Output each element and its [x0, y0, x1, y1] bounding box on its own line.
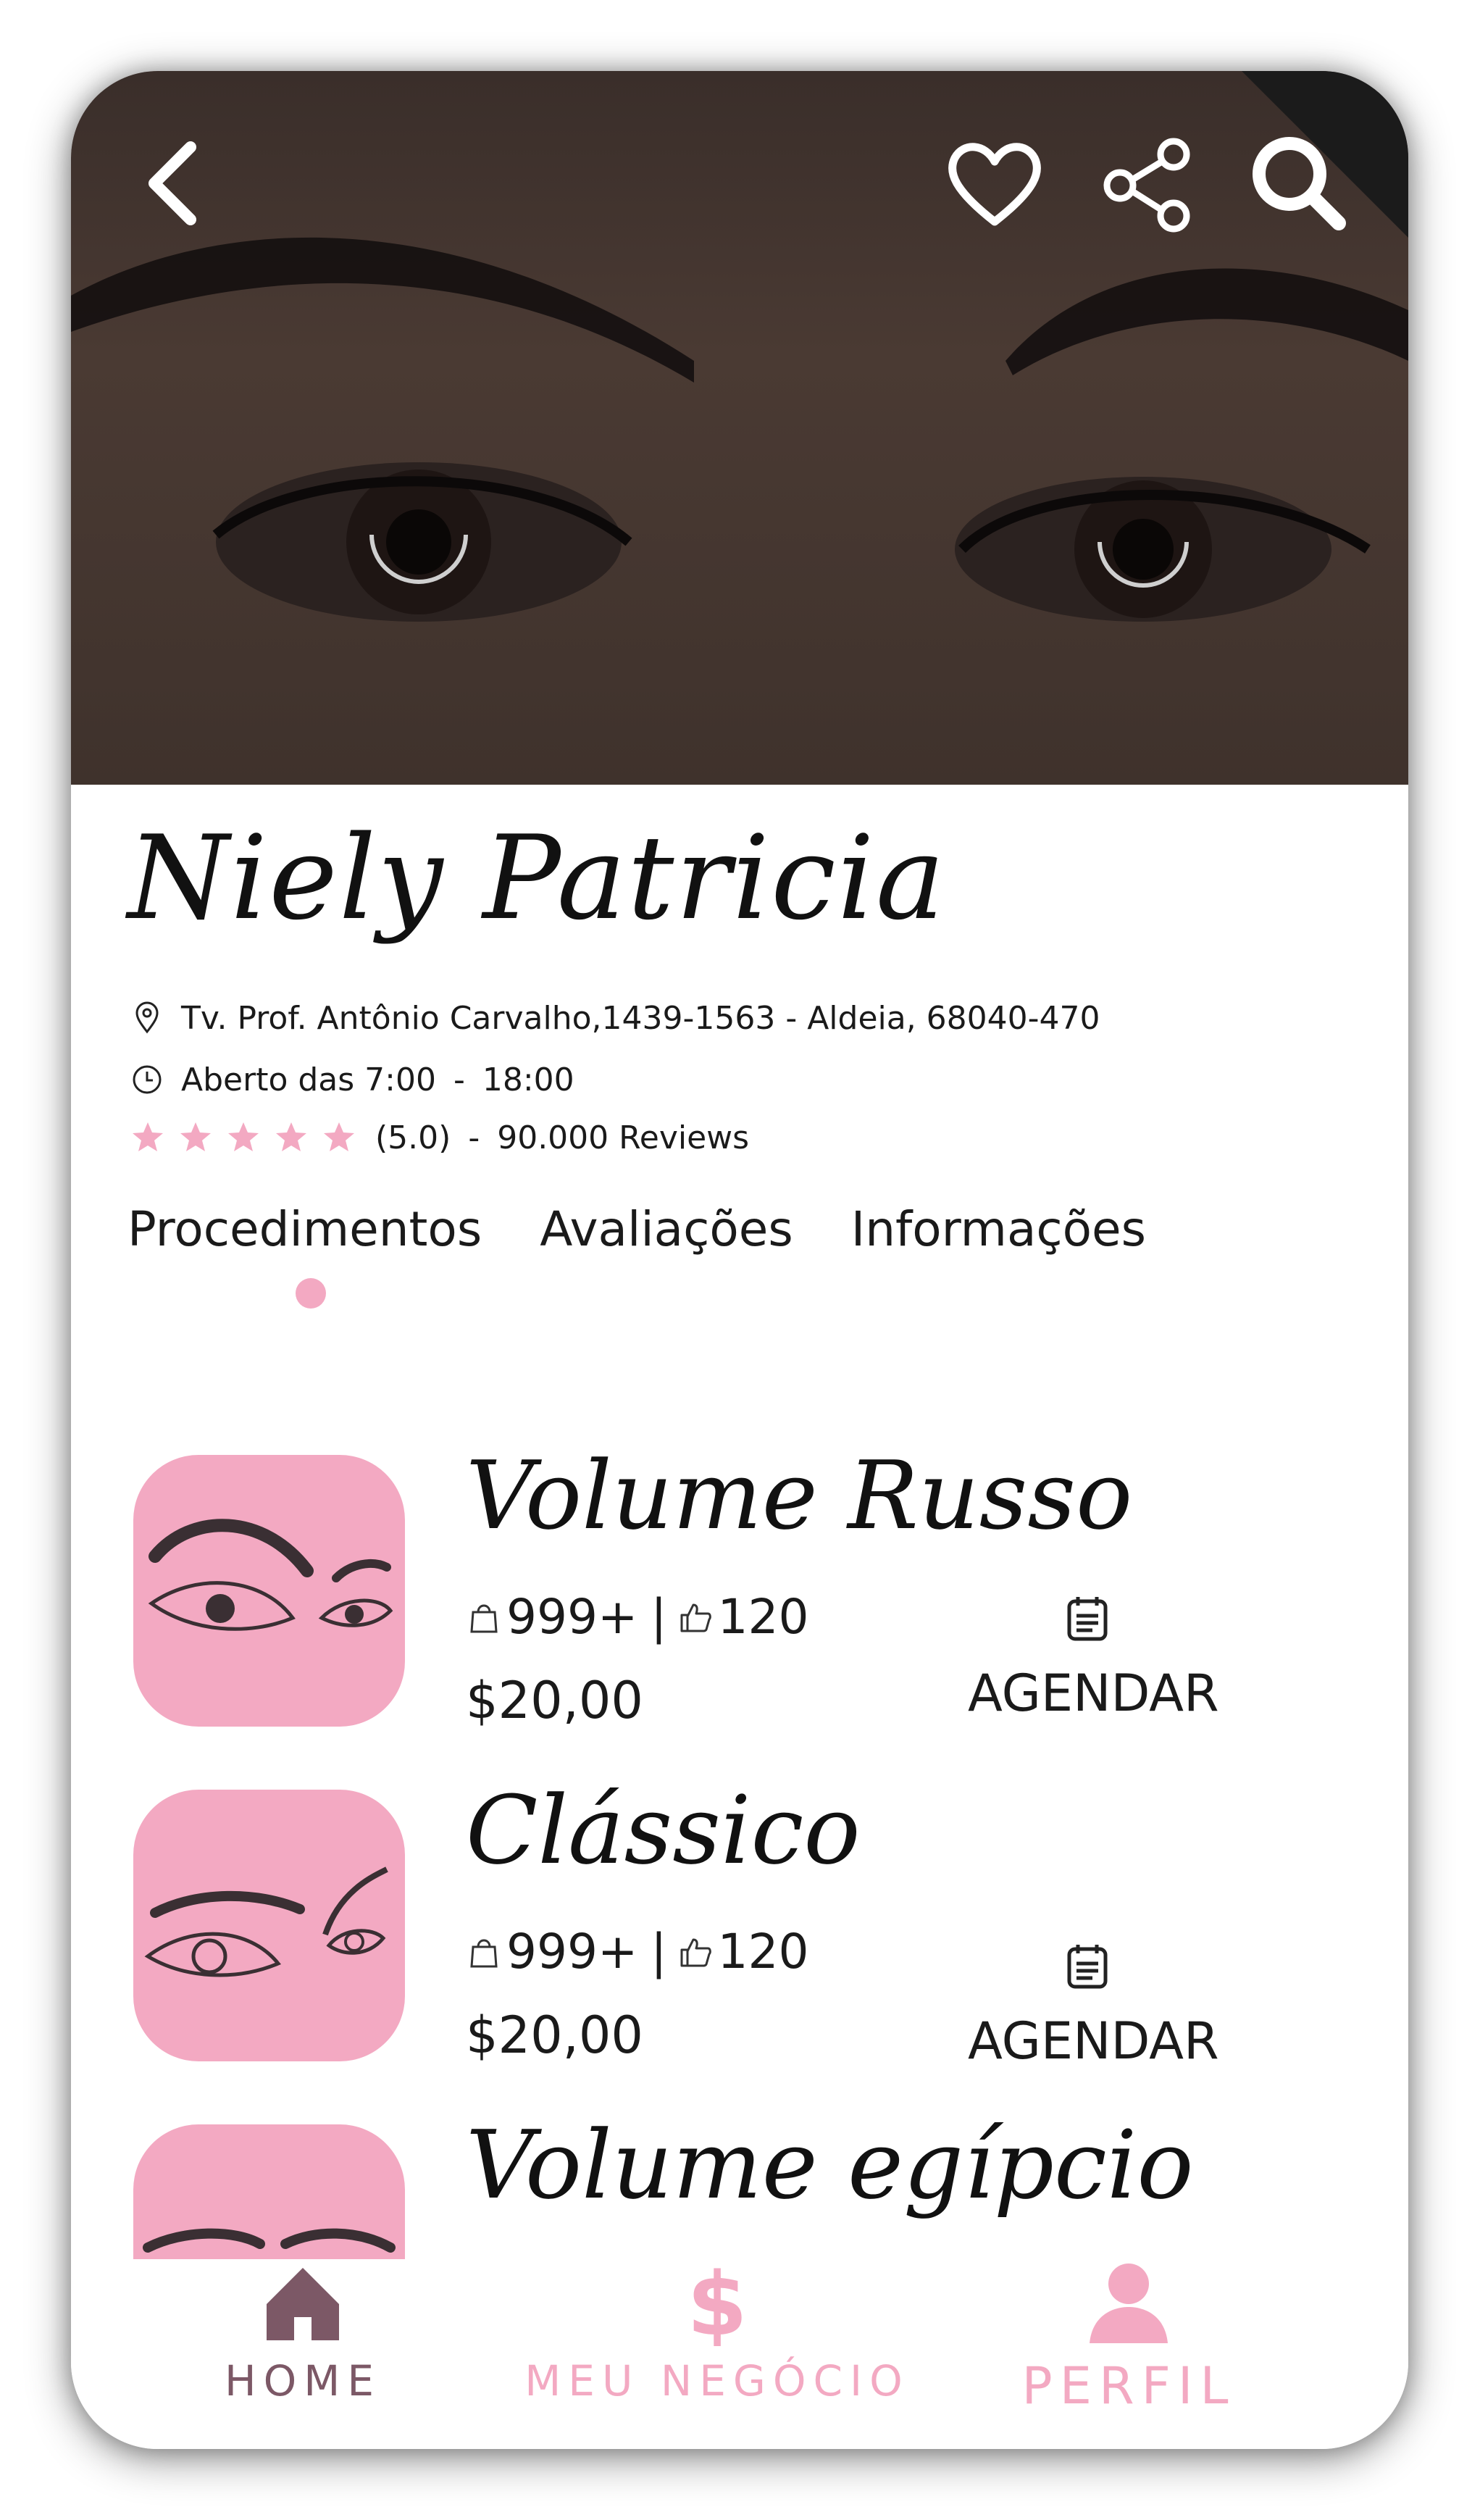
thumbs-up-icon	[680, 1938, 711, 1966]
chevron-left-icon	[149, 141, 196, 225]
schedule-button[interactable]: AGENDAR	[968, 1940, 1219, 2071]
tab-bar: Procedimentos Avaliações Informações	[127, 1201, 1146, 1257]
location-pin-icon	[135, 1001, 159, 1034]
hours-close-text: 18:00	[482, 1061, 574, 1098]
schedule-label: AGENDAR	[968, 1664, 1219, 1723]
procedure-item[interactable]: Clássico 999+ | 120 $20,00 AGENDAR	[71, 1775, 1408, 2071]
lashes-illustration	[144, 1866, 388, 1977]
procedure-item[interactable]: Volume Russo 999+ | 120 $20,00 AGENDAR	[71, 1440, 1408, 1730]
tab-avaliacoes[interactable]: Avaliações	[540, 1201, 793, 1257]
shopping-bag-icon	[470, 1604, 498, 1632]
star-icon	[133, 1122, 163, 1151]
star-icon	[324, 1122, 354, 1151]
share-icon	[1103, 138, 1190, 233]
calendar-icon	[1067, 1597, 1108, 1641]
rating-value: (5.0)	[375, 1119, 451, 1156]
nav-profile-label: PERFIL	[1021, 2356, 1236, 2416]
dollar-icon: $	[687, 2259, 748, 2346]
likes-count: 120	[717, 1924, 809, 1979]
tab-procedimentos[interactable]: Procedimentos	[127, 1201, 482, 1257]
procedure-title: Clássico	[466, 1775, 861, 1885]
hours-row: Aberto das 7:00 - 18:00	[130, 1058, 574, 1101]
eyes-photo	[71, 237, 1408, 622]
nav-home-label: HOME	[225, 2356, 381, 2406]
rating-separator: -	[468, 1119, 480, 1156]
business-name: Niely Patricia	[127, 810, 947, 946]
bottom-navigation: HOME $ MEU NEGÓCIO PERFIL	[71, 2259, 1408, 2449]
likes-count: 120	[717, 1589, 809, 1645]
home-icon	[267, 2268, 339, 2340]
phone-screen: Niely Patricia Tv. Prof. Antônio Carvalh…	[71, 71, 1408, 2449]
favorite-button[interactable]	[940, 129, 1049, 238]
stats-separator: |	[651, 1589, 667, 1645]
active-tab-indicator	[296, 1278, 326, 1309]
nav-business-label: MEU NEGÓCIO	[524, 2356, 910, 2406]
rating-stars	[130, 1120, 356, 1155]
user-icon	[1090, 2264, 1168, 2343]
lashes-illustration	[143, 2228, 396, 2253]
nav-profile[interactable]: PERFIL	[926, 2259, 1331, 2416]
procedure-title: Volume Russo	[466, 1440, 1133, 1551]
nav-business[interactable]: $ MEU NEGÓCIO	[514, 2259, 920, 2406]
procedure-thumbnail	[133, 1455, 405, 1727]
sales-count: 999+	[506, 1924, 638, 1979]
schedule-button[interactable]: AGENDAR	[968, 1593, 1219, 1723]
search-button[interactable]	[1245, 129, 1353, 238]
procedure-thumbnail	[133, 2124, 405, 2259]
reviews-count: 90.000 Reviews	[497, 1119, 750, 1156]
procedure-stats: 999+ | 120	[466, 1589, 809, 1645]
address-text: Tv. Prof. Antônio Carvalho,1439-1563 - A…	[181, 999, 1100, 1037]
tab-informacoes[interactable]: Informações	[851, 1201, 1146, 1257]
lashes-illustration	[148, 1519, 393, 1631]
star-icon	[276, 1122, 306, 1151]
hours-open-text: Aberto das 7:00	[181, 1061, 436, 1098]
shopping-bag-icon	[470, 1939, 498, 1967]
star-icon	[228, 1122, 259, 1151]
calendar-icon	[1067, 1945, 1108, 1989]
star-icon	[180, 1122, 211, 1151]
back-button[interactable]	[122, 129, 230, 238]
procedure-stats: 999+ | 120	[466, 1924, 809, 1979]
clock-icon	[133, 1065, 162, 1094]
hero-image	[71, 71, 1408, 785]
rating-row: (5.0) - 90.000 Reviews	[130, 1116, 749, 1159]
sales-count: 999+	[506, 1589, 638, 1645]
procedures-list[interactable]: Volume Russo 999+ | 120 $20,00 AGENDAR C…	[71, 1375, 1408, 2259]
hours-separator: -	[453, 1061, 465, 1098]
procedure-thumbnail	[133, 1790, 405, 2061]
procedure-item[interactable]: Volume egípcio	[71, 2110, 1408, 2259]
svg-text:$: $	[687, 2259, 748, 2346]
schedule-label: AGENDAR	[968, 2011, 1219, 2071]
nav-home[interactable]: HOME	[100, 2259, 506, 2406]
address-row: Tv. Prof. Antônio Carvalho,1439-1563 - A…	[130, 996, 1100, 1040]
heart-icon	[948, 143, 1041, 226]
thumbs-up-icon	[680, 1603, 711, 1632]
procedure-price: $20,00	[466, 2006, 643, 2065]
search-icon	[1253, 137, 1346, 230]
procedure-price: $20,00	[466, 1671, 643, 1730]
stats-separator: |	[651, 1924, 667, 1979]
procedure-title: Volume egípcio	[466, 2110, 1194, 2220]
share-button[interactable]	[1092, 129, 1201, 238]
